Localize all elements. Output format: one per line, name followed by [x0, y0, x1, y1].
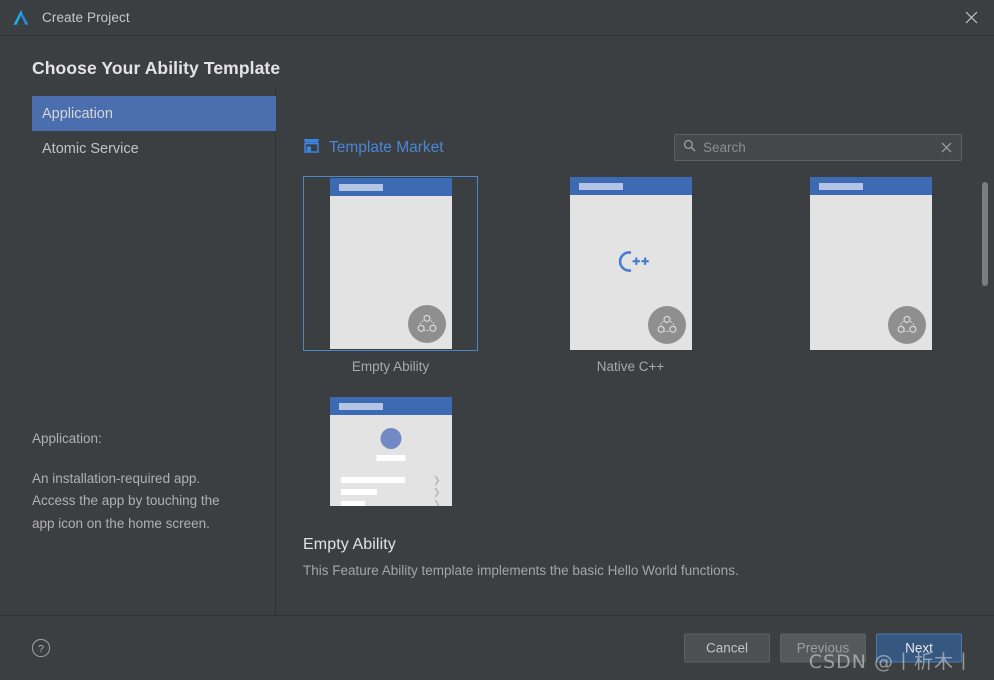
- list-item: ❯: [340, 486, 441, 498]
- ability-badge-icon: [407, 305, 446, 343]
- search-box[interactable]: [674, 134, 962, 161]
- template-market-label: Template Market: [329, 139, 444, 156]
- template-preview-empty-ability[interactable]: [303, 176, 478, 351]
- phone-header-bar: [329, 397, 452, 415]
- category-list: Application Atomic Service: [0, 96, 276, 166]
- list-item-bar: [340, 489, 377, 495]
- chevron-right-icon: ❯: [432, 474, 441, 485]
- phone-preview: [329, 178, 452, 349]
- cpp-logo-icon: [611, 248, 651, 279]
- template-card-label: Native C++: [596, 359, 665, 374]
- list-item-bar: [340, 477, 405, 483]
- template-preview-native-cpp[interactable]: [543, 176, 718, 351]
- template-card[interactable]: Empty Ability: [303, 176, 478, 374]
- search-icon: [683, 139, 696, 157]
- ability-badge-icon: [647, 306, 686, 344]
- template-card-label: Empty Ability: [351, 359, 430, 374]
- template-market-link[interactable]: Template Market: [303, 138, 444, 158]
- phone-preview: [809, 177, 932, 350]
- chevron-right-icon: ❯: [432, 486, 441, 497]
- clear-search-icon[interactable]: [939, 142, 954, 153]
- sidebar-item-label: Atomic Service: [42, 140, 139, 157]
- category-description: Application: An installation-required ap…: [32, 428, 255, 535]
- category-description-body: An installation-required app. Access the…: [32, 470, 220, 531]
- title-bar: Create Project: [0, 0, 994, 36]
- cancel-button[interactable]: Cancel: [684, 633, 770, 663]
- template-preview-settings[interactable]: ❯ ❯ ❯: [303, 396, 478, 506]
- window-title: Create Project: [42, 10, 130, 25]
- page-title: Choose Your Ability Template: [32, 58, 281, 78]
- phone-preview: ❯ ❯ ❯: [329, 397, 452, 506]
- sidebar-item-atomic-service[interactable]: Atomic Service: [32, 131, 275, 166]
- template-card[interactable]: [783, 176, 958, 374]
- sidebar-item-label: Application: [42, 105, 113, 122]
- previous-button[interactable]: Previous: [780, 633, 866, 663]
- scrollbar-thumb[interactable]: [982, 182, 988, 286]
- template-detail-title: Empty Ability: [303, 536, 396, 553]
- category-description-lead: Application:: [32, 431, 102, 446]
- phone-header-bar: [809, 177, 932, 195]
- search-input[interactable]: [703, 140, 939, 155]
- category-panel: Application Atomic Service Application: …: [0, 88, 276, 616]
- svg-text:?: ?: [38, 643, 44, 655]
- footer-button-row: Cancel Previous Next: [684, 633, 962, 663]
- phone-header-bar: [329, 178, 452, 196]
- template-panel: Template Market Search Empty Ability Nat…: [277, 88, 994, 616]
- template-card[interactable]: Native C++: [543, 176, 718, 374]
- template-grid: Empty Ability Native C++ ❯ ❯ ❯: [303, 176, 976, 506]
- template-detail-description: This Feature Ability template implements…: [303, 563, 739, 578]
- deveco-logo-icon: [10, 7, 32, 29]
- dialog-footer: ? Cancel Previous Next: [0, 615, 994, 680]
- sidebar-item-application[interactable]: Application: [32, 96, 276, 131]
- settings-row-list: ❯ ❯ ❯: [340, 474, 441, 506]
- chevron-right-icon: ❯: [432, 498, 441, 506]
- store-icon: [303, 138, 320, 158]
- ability-badge-icon: [887, 306, 926, 344]
- close-icon[interactable]: [948, 0, 994, 35]
- avatar: [380, 428, 401, 449]
- dialog-body: Choose Your Ability Template Application…: [0, 36, 994, 616]
- phone-header-bar: [569, 177, 692, 195]
- template-detail: Empty Ability This Feature Ability templ…: [303, 536, 974, 578]
- list-item: ❯: [340, 474, 441, 486]
- template-card[interactable]: ❯ ❯ ❯: [303, 396, 478, 506]
- profile-name-placeholder: [376, 455, 405, 461]
- list-item-bar: [340, 501, 365, 506]
- template-grid-scrollbar[interactable]: [982, 180, 988, 506]
- list-item: ❯: [340, 498, 441, 506]
- help-icon[interactable]: ?: [31, 638, 51, 658]
- phone-preview: [569, 177, 692, 350]
- next-button[interactable]: Next: [876, 633, 962, 663]
- template-preview-blank[interactable]: [783, 176, 958, 351]
